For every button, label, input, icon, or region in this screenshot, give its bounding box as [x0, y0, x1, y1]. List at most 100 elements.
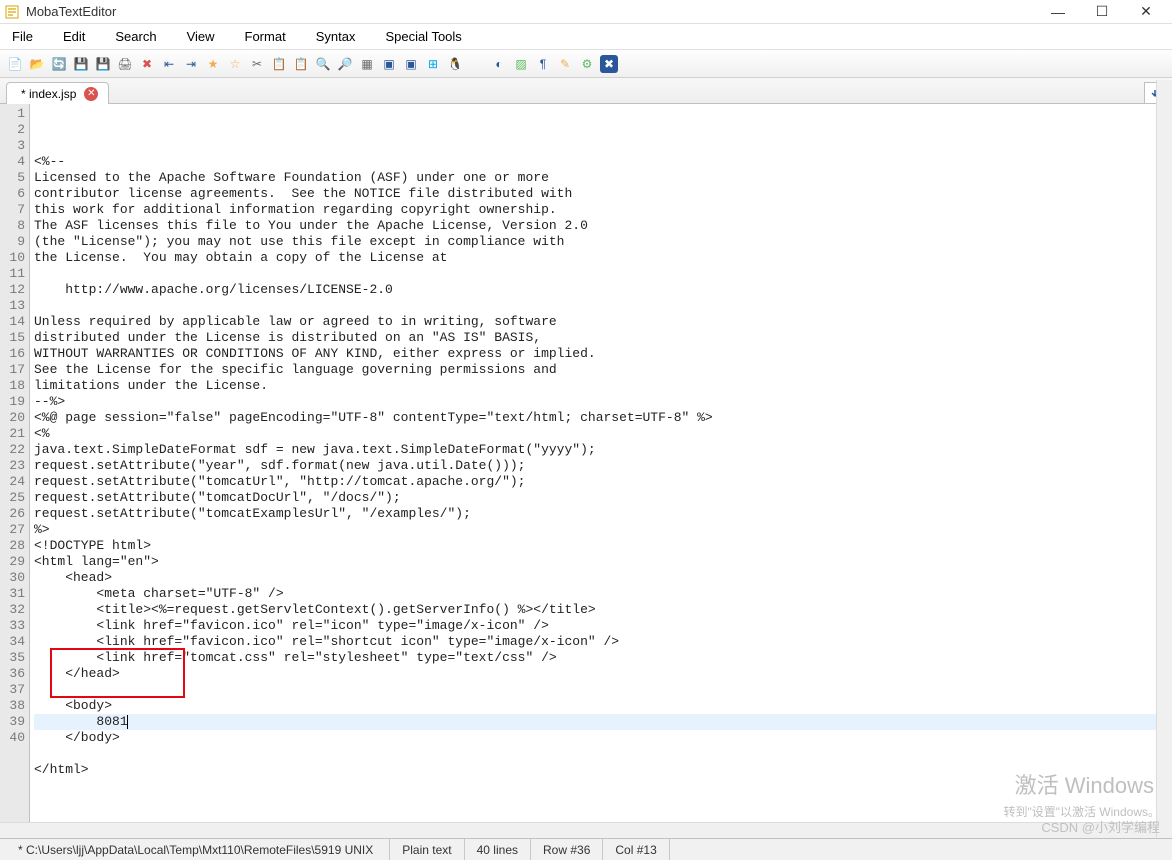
terminal-icon[interactable]: ▣ [380, 55, 398, 73]
line-number: 19 [0, 394, 29, 410]
status-row: Row #36 [531, 839, 603, 860]
maximize-button[interactable]: ☐ [1080, 0, 1124, 24]
search-icon[interactable]: 🔍 [314, 55, 332, 73]
code-line: (the "License"); you may not use this fi… [34, 234, 1172, 250]
line-number: 20 [0, 410, 29, 426]
line-number: 14 [0, 314, 29, 330]
line-number: 28 [0, 538, 29, 554]
line-number: 3 [0, 138, 29, 154]
line-number: 27 [0, 522, 29, 538]
code-line [34, 266, 1172, 282]
menu-bar: File Edit Search View Format Syntax Spec… [0, 24, 1172, 50]
app-icon [4, 4, 20, 20]
search-replace-icon[interactable]: 🔎 [336, 55, 354, 73]
close-icon[interactable]: ✖ [138, 55, 156, 73]
code-line [34, 682, 1172, 698]
line-number: 6 [0, 186, 29, 202]
code-line: Licensed to the Apache Software Foundati… [34, 170, 1172, 186]
tab-strip: * index.jsp ✕ [0, 78, 1172, 104]
edit-icon[interactable]: ✎ [556, 55, 574, 73]
line-number: 36 [0, 666, 29, 682]
minimize-button[interactable]: — [1036, 0, 1080, 24]
save-all-icon[interactable]: 💾 [94, 55, 112, 73]
bookmark-icon[interactable]: ★ [204, 55, 222, 73]
vertical-scrollbar[interactable] [1156, 80, 1172, 838]
code-line: <title><%=request.getServletContext().ge… [34, 602, 1172, 618]
close-button[interactable]: ✕ [1124, 0, 1168, 24]
line-number: 1 [0, 106, 29, 122]
status-path: * C:\Users\ljj\AppData\Local\Temp\Mxt110… [6, 839, 390, 860]
code-line: %> [34, 522, 1172, 538]
line-number: 23 [0, 458, 29, 474]
code-line: <%-- [34, 154, 1172, 170]
line-number: 38 [0, 698, 29, 714]
pilcrow-icon[interactable]: ¶ [534, 55, 552, 73]
indent-icon[interactable]: ⇥ [182, 55, 200, 73]
code-line: <html lang="en"> [34, 554, 1172, 570]
menu-search[interactable]: Search [111, 27, 160, 46]
code-line [34, 298, 1172, 314]
goto-icon[interactable]: ▦ [358, 55, 376, 73]
line-number: 24 [0, 474, 29, 490]
menu-syntax[interactable]: Syntax [312, 27, 360, 46]
exit-icon[interactable]: ✖ [600, 55, 618, 73]
menu-file[interactable]: File [8, 27, 37, 46]
code-line: </body> [34, 730, 1172, 746]
line-number: 30 [0, 570, 29, 586]
outdent-icon[interactable]: ⇤ [160, 55, 178, 73]
code-line: See the License for the specific languag… [34, 362, 1172, 378]
code-line [34, 778, 1172, 794]
close-tab-icon[interactable]: ✕ [84, 87, 98, 101]
print-icon[interactable]: 🖨 [116, 55, 134, 73]
code-line: this work for additional information reg… [34, 202, 1172, 218]
line-number: 31 [0, 586, 29, 602]
line-number: 5 [0, 170, 29, 186]
status-mode: Plain text [390, 839, 464, 860]
line-number: 8 [0, 218, 29, 234]
cut-icon[interactable]: ✂ [248, 55, 266, 73]
code-line: WITHOUT WARRANTIES OR CONDITIONS OF ANY … [34, 346, 1172, 362]
menu-view[interactable]: View [183, 27, 219, 46]
windows-icon[interactable]: ⊞ [424, 55, 442, 73]
code-line [34, 746, 1172, 762]
code-line: http://www.apache.org/licenses/LICENSE-2… [34, 282, 1172, 298]
line-number: 7 [0, 202, 29, 218]
code-line: request.setAttribute("year", sdf.format(… [34, 458, 1172, 474]
terminal2-icon[interactable]: ▣ [402, 55, 420, 73]
apple-icon[interactable] [468, 55, 486, 73]
code-line: java.text.SimpleDateFormat sdf = new jav… [34, 442, 1172, 458]
menu-edit[interactable]: Edit [59, 27, 89, 46]
copy-icon[interactable]: 📋 [270, 55, 288, 73]
open-folder-icon[interactable]: 📂 [28, 55, 46, 73]
code-line: The ASF licenses this file to You under … [34, 218, 1172, 234]
line-number: 9 [0, 234, 29, 250]
bookmark2-icon[interactable]: ☆ [226, 55, 244, 73]
settings-icon[interactable]: ⚙ [578, 55, 596, 73]
code-line: <link href="tomcat.css" rel="stylesheet"… [34, 650, 1172, 666]
code-line: <!DOCTYPE html> [34, 538, 1172, 554]
line-number: 11 [0, 266, 29, 282]
status-bar: * C:\Users\ljj\AppData\Local\Temp\Mxt110… [0, 838, 1172, 860]
line-number: 25 [0, 490, 29, 506]
code-line: <head> [34, 570, 1172, 586]
horizontal-scrollbar[interactable] [0, 822, 1156, 838]
line-number: 15 [0, 330, 29, 346]
line-number: 10 [0, 250, 29, 266]
menu-format[interactable]: Format [241, 27, 290, 46]
code-area[interactable]: <%--Licensed to the Apache Software Foun… [30, 104, 1172, 838]
toolbar: 📄📂🔄💾💾🖨✖⇤⇥★☆✂📋📋🔍🔎▦▣▣⊞🐧◐▨¶✎⚙✖ [0, 50, 1172, 78]
new-file-icon[interactable]: 📄 [6, 55, 24, 73]
code-line: <link href="favicon.ico" rel="icon" type… [34, 618, 1172, 634]
line-number: 2 [0, 122, 29, 138]
line-number-gutter: 1234567891011121314151617181920212223242… [0, 104, 30, 838]
reload-icon[interactable]: 🔄 [50, 55, 68, 73]
code-line: limitations under the License. [34, 378, 1172, 394]
highlight-icon[interactable]: ▨ [512, 55, 530, 73]
save-icon[interactable]: 💾 [72, 55, 90, 73]
paste-icon[interactable]: 📋 [292, 55, 310, 73]
color-icon[interactable]: ◐ [490, 55, 508, 73]
file-tab[interactable]: * index.jsp ✕ [6, 82, 109, 104]
menu-special-tools[interactable]: Special Tools [381, 27, 465, 46]
code-line: <body> [34, 698, 1172, 714]
tux-icon[interactable]: 🐧 [446, 55, 464, 73]
